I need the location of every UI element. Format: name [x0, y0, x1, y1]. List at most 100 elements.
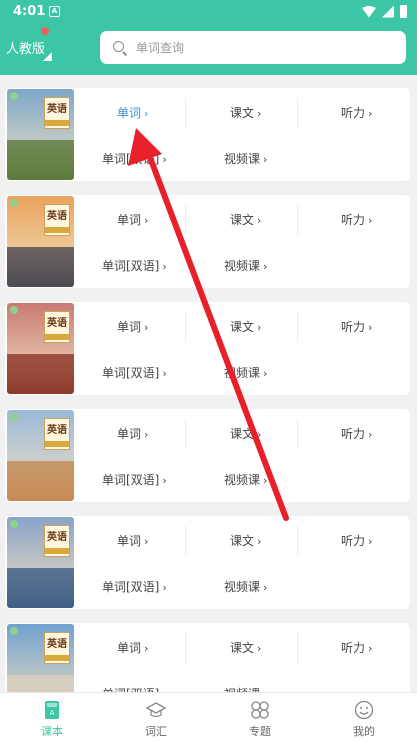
- battery-icon: [400, 5, 407, 18]
- publisher-logo-icon: [10, 92, 18, 100]
- svg-text:A: A: [50, 709, 55, 717]
- book-cover[interactable]: 英语: [7, 89, 74, 180]
- divider: [297, 205, 298, 235]
- link-label: 听力: [341, 106, 366, 120]
- search-input[interactable]: [136, 31, 396, 64]
- link-listening[interactable]: 听力 ›: [341, 532, 372, 549]
- chevron-right-icon: ›: [162, 153, 167, 166]
- link-words-bilingual[interactable]: 单词[双语]›: [102, 150, 167, 167]
- cover-title-text: 英语: [47, 211, 67, 222]
- link-label: 单词: [117, 106, 142, 120]
- divider: [185, 526, 186, 556]
- chevron-right-icon: ›: [162, 367, 167, 380]
- link-words-bilingual[interactable]: 单词[双语]›: [102, 471, 167, 488]
- chevron-right-icon: ›: [144, 535, 149, 548]
- chevron-right-icon: ›: [257, 214, 262, 227]
- link-label: 单词: [117, 320, 142, 334]
- link-listening[interactable]: 听力 ›: [341, 639, 372, 656]
- link-video[interactable]: 视频课›: [224, 578, 267, 595]
- book-list[interactable]: 英语 单词 › 课文 › 听力 › 单词[双语] › 视频课 › 英语 单词 › 课文 ›: [0, 75, 417, 692]
- publisher-logo-icon: [10, 306, 18, 314]
- book-links: 单词› 课文› 听力› 单词[双语]› 视频课›: [75, 516, 410, 609]
- chevron-right-icon: ›: [368, 428, 373, 441]
- link-label: 课文: [230, 534, 255, 548]
- link-video[interactable]: 视频课›: [224, 364, 267, 381]
- dropdown-caret-icon[interactable]: [43, 52, 52, 61]
- link-video[interactable]: 视频课›: [224, 685, 267, 692]
- tab-vocabulary[interactable]: 词汇: [104, 693, 208, 743]
- chevron-right-icon: ›: [144, 321, 149, 334]
- app-header: 4:01 A 人教版: [0, 0, 417, 75]
- book-cover[interactable]: 英语: [7, 303, 74, 394]
- smiley-icon: [354, 700, 374, 720]
- link-label: 课文: [230, 213, 255, 227]
- divider: [297, 526, 298, 556]
- link-label: 单词: [117, 213, 142, 227]
- link-label: 课文: [230, 320, 255, 334]
- link-words[interactable]: 单词 ›: [117, 104, 148, 121]
- link-text[interactable]: 课文 ›: [230, 532, 261, 549]
- divider: [185, 633, 186, 663]
- link-text[interactable]: 课文 ›: [230, 639, 261, 656]
- book-card[interactable]: 英语 单词› 课文› 听力› 单词[双语]› 视频课›: [5, 195, 410, 288]
- link-listening[interactable]: 听力 ›: [341, 211, 372, 228]
- search-box[interactable]: [100, 31, 406, 64]
- book-cover[interactable]: 英语: [7, 624, 74, 692]
- cover-volume: [45, 441, 69, 447]
- tab-label: 专题: [249, 725, 271, 738]
- link-text[interactable]: 课文 ›: [230, 104, 261, 121]
- link-label: 视频课: [224, 473, 261, 487]
- book-links: 单词› 课文› 听力› 单词[双语]› 视频课›: [75, 623, 410, 692]
- chevron-right-icon: ›: [257, 535, 262, 548]
- link-words[interactable]: 单词 ›: [117, 532, 148, 549]
- book-cover[interactable]: 英语: [7, 410, 74, 501]
- book-card[interactable]: 英语 单词› 课文› 听力› 单词[双语]› 视频课›: [5, 409, 410, 502]
- link-video[interactable]: 视频课›: [224, 150, 267, 167]
- cover-title-text: 英语: [47, 104, 67, 115]
- book-card[interactable]: 英语 单词› 课文› 听力› 单词[双语]› 视频课›: [5, 516, 410, 609]
- notification-dot: [41, 27, 49, 35]
- link-words-bilingual[interactable]: 单词[双语]›: [102, 685, 167, 692]
- divider: [297, 312, 298, 342]
- chevron-right-icon: ›: [162, 260, 167, 273]
- link-text[interactable]: 课文 ›: [230, 211, 261, 228]
- chevron-right-icon: ›: [368, 321, 373, 334]
- cover-ground: [7, 354, 74, 394]
- link-listening[interactable]: 听力 ›: [341, 104, 372, 121]
- cover-ground: [7, 568, 74, 608]
- cover-title-text: 英语: [47, 532, 67, 543]
- book-card[interactable]: 英语 单词› 课文› 听力› 单词[双语]› 视频课›: [5, 88, 410, 181]
- tab-profile[interactable]: 我的: [312, 693, 416, 743]
- publisher-logo-icon: [10, 413, 18, 421]
- book-cover[interactable]: 英语: [7, 517, 74, 608]
- link-video[interactable]: 视频课›: [224, 257, 267, 274]
- book-card[interactable]: 英语 单词› 课文› 听力› 单词[双语]› 视频课›: [5, 302, 410, 395]
- link-words[interactable]: 单词 ›: [117, 211, 148, 228]
- edition-selector[interactable]: 人教版: [6, 38, 45, 57]
- search-icon: [113, 41, 124, 52]
- link-label: 课文: [230, 427, 255, 441]
- cover-volume: [45, 655, 69, 661]
- link-words-bilingual[interactable]: 单词[双语]›: [102, 257, 167, 274]
- link-text[interactable]: 课文 ›: [230, 318, 261, 335]
- link-label: 听力: [341, 320, 366, 334]
- link-words[interactable]: 单词 ›: [117, 639, 148, 656]
- publisher-logo-icon: [10, 627, 18, 635]
- link-words-bilingual[interactable]: 单词[双语]›: [102, 578, 167, 595]
- link-listening[interactable]: 听力 ›: [341, 318, 372, 335]
- tab-textbook[interactable]: A 课本: [0, 693, 104, 743]
- book-cover[interactable]: 英语: [7, 196, 74, 287]
- book-links: 单词› 课文› 听力› 单词[双语]› 视频课›: [75, 195, 410, 288]
- link-label: 视频课: [224, 366, 261, 380]
- cover-title-text: 英语: [47, 639, 67, 650]
- link-words-bilingual[interactable]: 单词[双语]›: [102, 364, 167, 381]
- tab-topics[interactable]: 专题: [208, 693, 312, 743]
- link-text[interactable]: 课文 ›: [230, 425, 261, 442]
- link-label: 听力: [341, 534, 366, 548]
- link-video[interactable]: 视频课›: [224, 471, 267, 488]
- link-label: 单词: [117, 641, 142, 655]
- link-listening[interactable]: 听力 ›: [341, 425, 372, 442]
- book-card[interactable]: 英语 单词› 课文› 听力› 单词[双语]› 视频课›: [5, 623, 410, 692]
- link-words[interactable]: 单词 ›: [117, 425, 148, 442]
- link-words[interactable]: 单词 ›: [117, 318, 148, 335]
